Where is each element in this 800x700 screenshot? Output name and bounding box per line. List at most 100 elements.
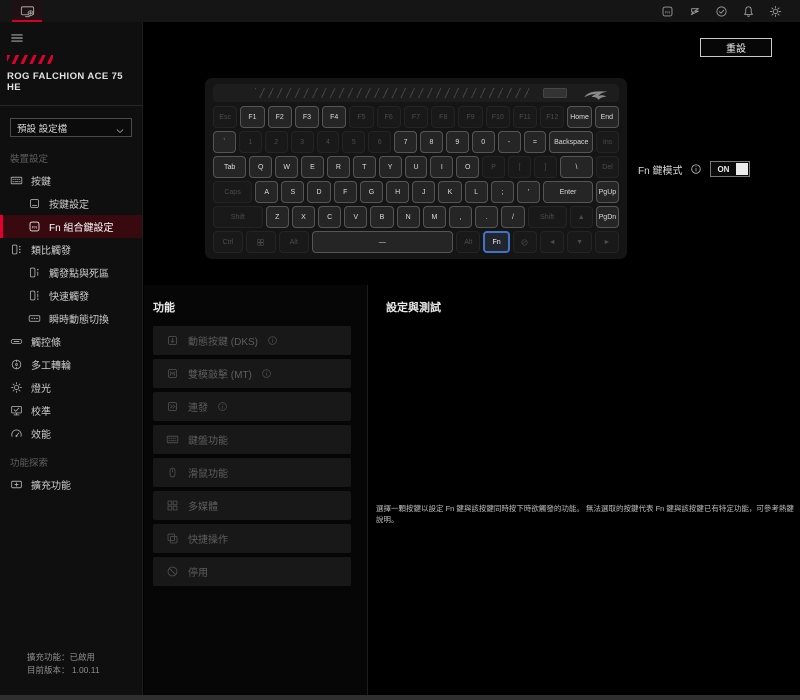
profile-dropdown[interactable]: 預設 設定檔	[10, 118, 132, 137]
performance-icon	[10, 427, 23, 440]
key-D[interactable]: D	[307, 181, 330, 203]
function-button-mouse-func[interactable]: 滑鼠功能	[153, 458, 351, 487]
key-Del: Del	[596, 156, 619, 178]
key-label: PgUp	[599, 189, 617, 196]
key-label: U	[413, 164, 418, 171]
key-N[interactable]: N	[397, 206, 420, 228]
key-9[interactable]: 9	[446, 131, 469, 153]
key-O[interactable]: O	[456, 156, 479, 178]
key-Home[interactable]: Home	[567, 106, 591, 128]
sidebar-item-0-6[interactable]: 瞬時動態切換	[0, 307, 142, 330]
info-icon[interactable]	[261, 368, 272, 379]
key-A[interactable]: A	[255, 181, 278, 203]
key-PgUp[interactable]: PgUp	[596, 181, 619, 203]
device-tab[interactable]	[12, 0, 42, 22]
key-X[interactable]: X	[292, 206, 315, 228]
key-V[interactable]: V	[344, 206, 367, 228]
key-`[interactable]: `	[213, 131, 236, 153]
sidebar-item-0-10[interactable]: 校準	[0, 399, 142, 422]
sidebar-item-0-2[interactable]: FNFn 組合鍵設定	[0, 215, 142, 238]
key-S[interactable]: S	[281, 181, 304, 203]
info-icon[interactable]	[690, 163, 702, 175]
key-U[interactable]: U	[405, 156, 428, 178]
aura-sync-icon[interactable]	[688, 5, 701, 18]
hamburger-menu-icon[interactable]	[10, 31, 24, 43]
sidebar-item-0-0[interactable]: 按鍵	[0, 169, 142, 192]
key-Backspace[interactable]: Backspace	[549, 131, 593, 153]
key-Enter[interactable]: Enter	[543, 181, 593, 203]
key-W[interactable]: W	[275, 156, 298, 178]
key-L[interactable]: L	[465, 181, 488, 203]
key-\[interactable]: \	[560, 156, 593, 178]
reset-button[interactable]: 重設	[700, 38, 772, 57]
function-button-turbo[interactable]: 連發	[153, 392, 351, 421]
sidebar-item-0-1[interactable]: 按鍵設定	[0, 192, 142, 215]
key-PgDn[interactable]: PgDn	[596, 206, 619, 228]
key-B[interactable]: B	[370, 206, 393, 228]
key-F4[interactable]: F4	[322, 106, 346, 128]
key-—[interactable]: —	[312, 231, 453, 253]
key-J[interactable]: J	[412, 181, 435, 203]
function-button-multimedia[interactable]: 多媒體	[153, 491, 351, 520]
sidebar-item-0-7[interactable]: 觸控條	[0, 330, 142, 353]
key-Tab[interactable]: Tab	[213, 156, 246, 178]
key-'[interactable]: '	[517, 181, 540, 203]
sidebar-item-0-5[interactable]: 快速觸發	[0, 284, 142, 307]
key-M[interactable]: M	[423, 206, 446, 228]
key-0[interactable]: 0	[472, 131, 495, 153]
function-button-mt[interactable]: 雙模敲擊 (MT)	[153, 359, 351, 388]
key-.[interactable]: .	[475, 206, 498, 228]
key-label: Fn	[493, 239, 501, 246]
sidebar-item-0-8[interactable]: 多工轉輪	[0, 353, 142, 376]
sidebar-item-0-9[interactable]: 燈光	[0, 376, 142, 399]
key-H[interactable]: H	[386, 181, 409, 203]
function-button-disable[interactable]: 停用	[153, 557, 351, 586]
sidebar-item-0-11[interactable]: 效能	[0, 422, 142, 445]
key-K[interactable]: K	[438, 181, 461, 203]
key-Z[interactable]: Z	[266, 206, 289, 228]
function-button-dks[interactable]: 動態按鍵 (DKS)	[153, 326, 351, 355]
function-button-label: 雙模敲擊 (MT)	[188, 366, 252, 381]
key-T[interactable]: T	[353, 156, 376, 178]
key-label: ]	[544, 164, 546, 171]
notifications-icon[interactable]	[742, 5, 755, 18]
fn-mode-toggle[interactable]: ON	[710, 161, 750, 177]
key-/[interactable]: /	[501, 206, 524, 228]
key-8[interactable]: 8	[420, 131, 443, 153]
sidebar-item-0-4[interactable]: 觸發點與死區	[0, 261, 142, 284]
key-,[interactable]: ,	[449, 206, 472, 228]
key-F1[interactable]: F1	[240, 106, 264, 128]
sidebar-item-label: 觸控條	[31, 334, 61, 349]
key-R[interactable]: R	[327, 156, 350, 178]
update-check-icon[interactable]	[715, 5, 728, 18]
info-icon[interactable]	[217, 401, 228, 412]
key-;[interactable]: ;	[491, 181, 514, 203]
key-End[interactable]: End	[595, 106, 619, 128]
key-=[interactable]: =	[524, 131, 547, 153]
sidebar-item-1-0[interactable]: 擴充功能	[0, 473, 142, 496]
sidebar-item-0-3[interactable]: 類比觸發	[0, 238, 142, 261]
function-button-keyboard-func[interactable]: 鍵盤功能	[153, 425, 351, 454]
key-G[interactable]: G	[360, 181, 383, 203]
key-F3[interactable]: F3	[295, 106, 319, 128]
key-I[interactable]: I	[430, 156, 453, 178]
function-button-shortcut[interactable]: 快捷操作	[153, 524, 351, 553]
info-icon[interactable]	[267, 335, 278, 346]
key--[interactable]: -	[498, 131, 521, 153]
fn-hotkeys-icon[interactable]: FN	[661, 5, 674, 18]
key-E[interactable]: E	[301, 156, 324, 178]
horizontal-scrollbar[interactable]	[0, 695, 800, 700]
key-Alt: Alt	[279, 231, 309, 253]
settings-icon[interactable]	[769, 5, 782, 18]
key-F2[interactable]: F2	[268, 106, 292, 128]
key-label: N	[406, 214, 411, 221]
key-F[interactable]: F	[334, 181, 357, 203]
key-label: F10	[492, 114, 504, 121]
key-7[interactable]: 7	[394, 131, 417, 153]
key-F5: F5	[349, 106, 373, 128]
sidebar-item-label: Fn 組合鍵設定	[49, 219, 113, 234]
key-Q[interactable]: Q	[249, 156, 272, 178]
key-Y[interactable]: Y	[379, 156, 402, 178]
key-Fn[interactable]: Fn	[483, 231, 509, 253]
key-C[interactable]: C	[318, 206, 341, 228]
